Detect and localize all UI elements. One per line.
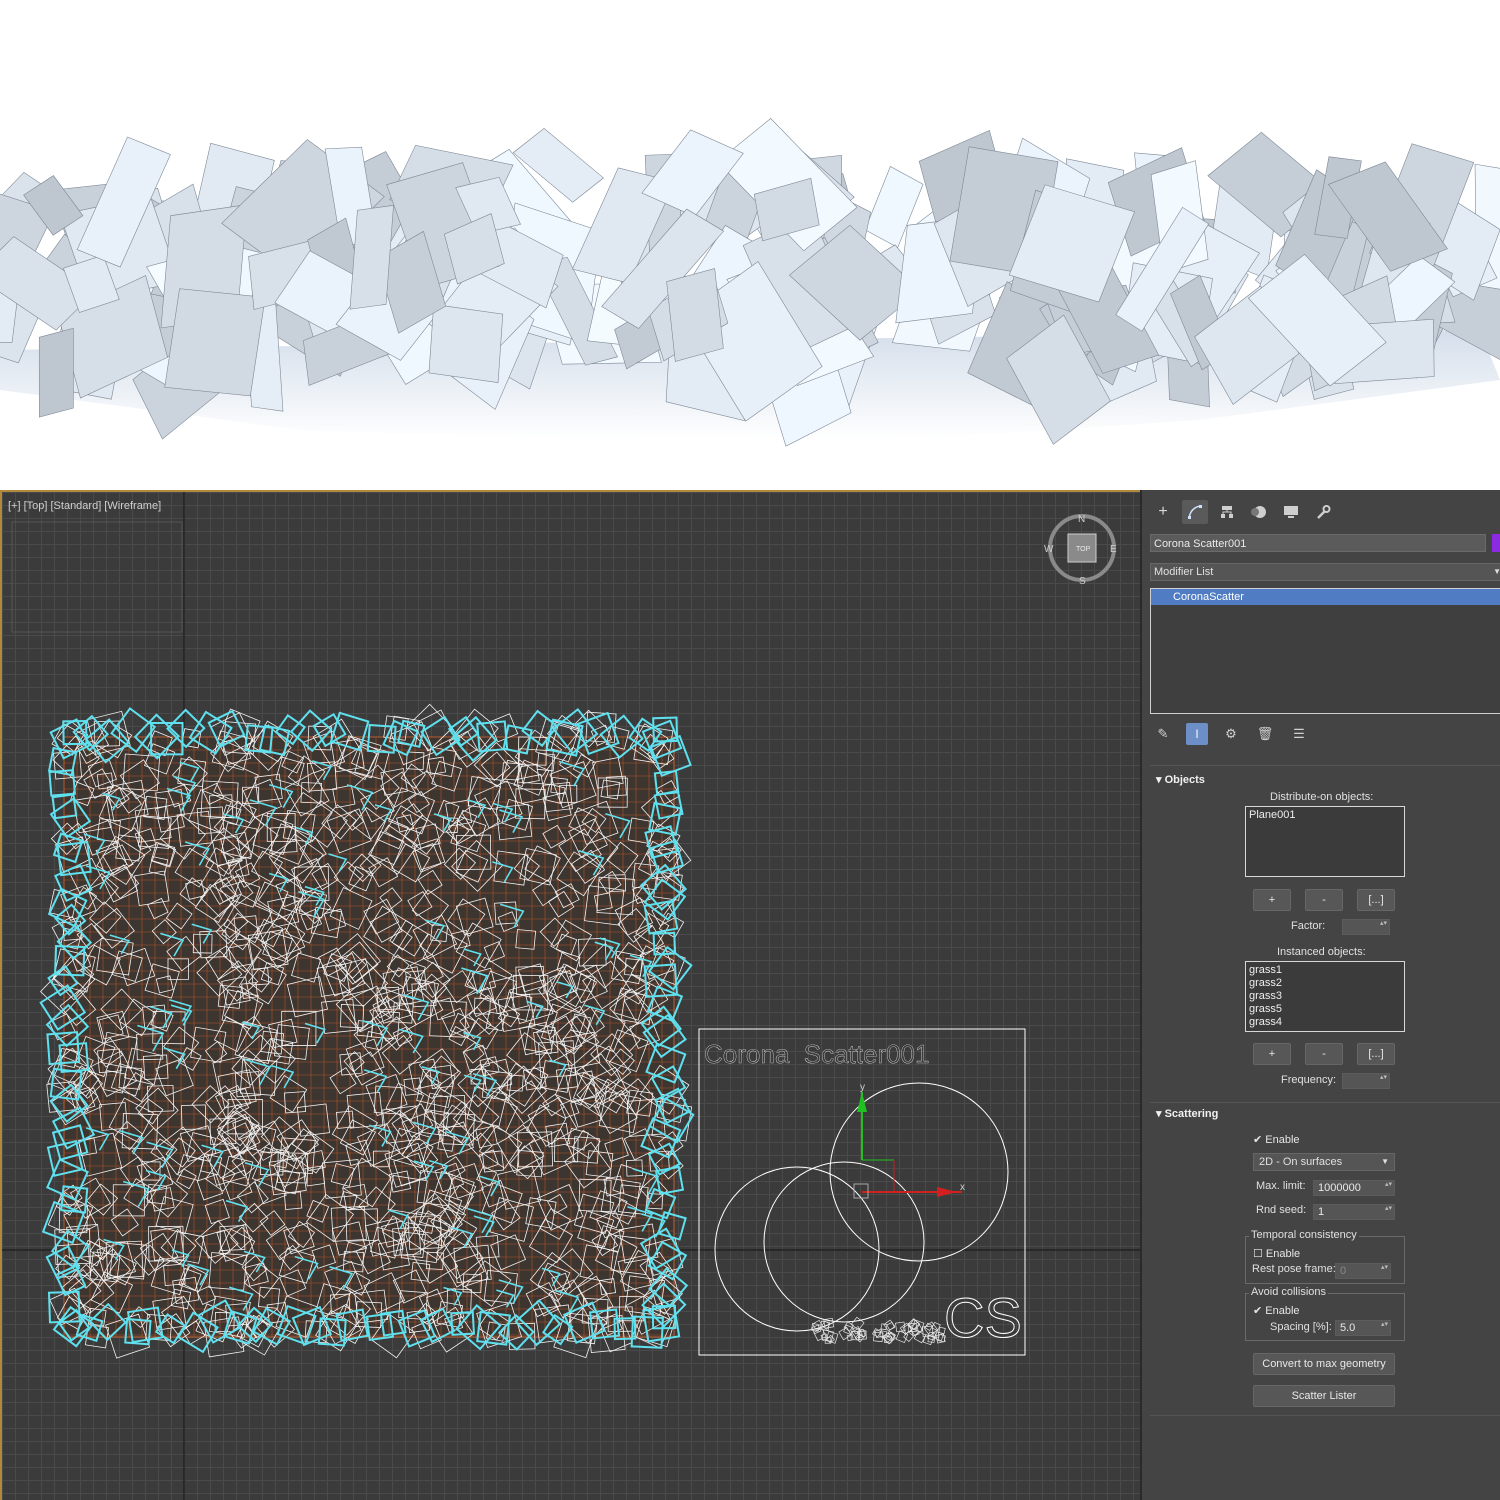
- stack-item-coronascatter[interactable]: CoronaScatter: [1151, 589, 1500, 605]
- motion-icon[interactable]: [1246, 500, 1272, 524]
- temporal-enable-checkbox[interactable]: ☐ Enable: [1253, 1247, 1300, 1260]
- utilities-icon[interactable]: [1310, 500, 1336, 524]
- axis-x-label: x: [960, 1182, 965, 1193]
- factor-spinner[interactable]: [1342, 919, 1390, 935]
- list-item[interactable]: grass1: [1249, 964, 1401, 977]
- command-panel-tabs: +: [1150, 500, 1336, 526]
- avoid-enable-checkbox[interactable]: ✔ Enable: [1253, 1304, 1300, 1317]
- display-icon[interactable]: [1278, 500, 1304, 524]
- panel-divider: [1150, 1415, 1500, 1416]
- scatter-icon-logo: CS: [944, 1286, 1022, 1349]
- viewport-label[interactable]: [+] [Top] [Standard] [Wireframe]: [8, 500, 161, 512]
- viewcube-west: W: [1044, 544, 1054, 555]
- list-item[interactable]: Plane001: [1249, 809, 1401, 822]
- scatter-enable-label: Enable: [1265, 1134, 1300, 1146]
- list-item[interactable]: grass4: [1249, 1016, 1401, 1029]
- convert-to-max-geometry-button[interactable]: Convert to max geometry: [1253, 1353, 1395, 1375]
- distribute-remove-button[interactable]: -: [1305, 889, 1343, 911]
- object-color-swatch[interactable]: [1492, 534, 1500, 552]
- modifier-stack[interactable]: CoronaScatter: [1150, 588, 1500, 714]
- rnd-seed-label: Rnd seed:: [1256, 1204, 1307, 1216]
- pin-stack-icon[interactable]: ✎: [1152, 723, 1174, 745]
- create-icon[interactable]: +: [1150, 500, 1176, 524]
- frequency-label: Frequency:: [1281, 1074, 1337, 1086]
- frequency-spinner[interactable]: [1342, 1073, 1390, 1089]
- objects-rollout-label: Objects: [1164, 774, 1205, 786]
- grass-render-image: [0, 118, 1500, 447]
- list-item[interactable]: grass5: [1249, 1003, 1401, 1016]
- command-panel: + Corona Scatter001 Modifier List ▼ Coron…: [1140, 490, 1500, 1500]
- scatter-lister-button[interactable]: Scatter Lister: [1253, 1385, 1395, 1407]
- modify-icon[interactable]: [1182, 500, 1208, 524]
- factor-label: Factor:: [1291, 920, 1326, 932]
- stack-toolbar: ✎ ⏽ ⚙ 🗑 ☰: [1152, 723, 1310, 745]
- chevron-down-icon: ▼: [1381, 1157, 1389, 1166]
- list-item[interactable]: grass3: [1249, 990, 1401, 1003]
- viewcube-face: TOP: [1076, 546, 1091, 553]
- distribute-on-label: Distribute-on objects:: [1270, 791, 1374, 803]
- render-preview: [0, 0, 1500, 490]
- distribute-list-button[interactable]: [...]: [1357, 889, 1395, 911]
- temporal-group-title: Temporal consistency: [1249, 1229, 1359, 1241]
- configure-sets-icon[interactable]: ☰: [1288, 723, 1310, 745]
- scatter-mode-dropdown[interactable]: 2D - On surfaces ▼: [1253, 1153, 1395, 1171]
- instanced-add-button[interactable]: +: [1253, 1043, 1291, 1065]
- max-limit-label: Max. limit:: [1256, 1180, 1306, 1192]
- spacing-spinner[interactable]: 5.0: [1335, 1320, 1391, 1336]
- chevron-down-icon: ▼: [1493, 564, 1500, 580]
- instanced-list-button[interactable]: [...]: [1357, 1043, 1395, 1065]
- scattering-rollout-title[interactable]: ▾ Scattering: [1156, 1107, 1218, 1120]
- list-item[interactable]: grass2: [1249, 977, 1401, 990]
- transform-gizmo[interactable]: y x: [853, 1082, 965, 1199]
- avoid-collisions-title: Avoid collisions: [1249, 1286, 1329, 1298]
- top-viewport[interactable]: Corona Scatter001 CS y x TOP N S E W [+]…: [0, 490, 1140, 1500]
- axis-y-label: y: [860, 1082, 865, 1093]
- rnd-seed-spinner[interactable]: 1: [1313, 1204, 1395, 1220]
- temporal-enable-label: Enable: [1265, 1248, 1301, 1260]
- viewcube-east: E: [1110, 544, 1117, 555]
- hierarchy-icon[interactable]: [1214, 500, 1240, 524]
- rest-pose-label: Rest pose frame:: [1252, 1263, 1336, 1275]
- spacing-label: Spacing [%]:: [1270, 1321, 1332, 1333]
- scatter-icon-title: Corona Scatter001: [704, 1039, 929, 1069]
- avoid-enable-label: Enable: [1265, 1305, 1300, 1317]
- object-name-field[interactable]: Corona Scatter001: [1150, 534, 1486, 552]
- objects-rollout-title[interactable]: ▾ Objects: [1156, 773, 1205, 786]
- modifier-list-label: Modifier List: [1154, 566, 1214, 578]
- instanced-list[interactable]: grass1 grass2 grass3 grass5 grass4: [1245, 961, 1405, 1032]
- instanced-label: Instanced objects:: [1277, 946, 1366, 958]
- max-limit-spinner[interactable]: 1000000: [1313, 1180, 1395, 1196]
- instanced-remove-button[interactable]: -: [1305, 1043, 1343, 1065]
- panel-divider: [1150, 1102, 1500, 1103]
- viewcube-south: S: [1079, 576, 1086, 587]
- scatter-enable-checkbox[interactable]: ✔ Enable: [1253, 1133, 1300, 1146]
- show-end-result-icon[interactable]: ⏽: [1186, 723, 1208, 745]
- remove-modifier-icon[interactable]: 🗑: [1254, 723, 1276, 745]
- distribute-add-button[interactable]: +: [1253, 889, 1291, 911]
- distribute-on-list[interactable]: Plane001: [1245, 806, 1405, 877]
- viewport-canvas[interactable]: Corona Scatter001 CS y x TOP N S E W: [2, 492, 1140, 1500]
- viewcube[interactable]: TOP N S E W: [1044, 514, 1117, 587]
- rest-pose-spinner[interactable]: 0: [1335, 1263, 1391, 1279]
- viewcube-north: N: [1078, 514, 1085, 525]
- scatter-mode-value: 2D - On surfaces: [1259, 1156, 1343, 1168]
- scattering-rollout-label: Scattering: [1164, 1108, 1219, 1120]
- make-unique-icon[interactable]: ⚙: [1220, 723, 1242, 745]
- panel-divider: [1150, 765, 1500, 766]
- modifier-list-dropdown[interactable]: Modifier List ▼: [1150, 563, 1500, 581]
